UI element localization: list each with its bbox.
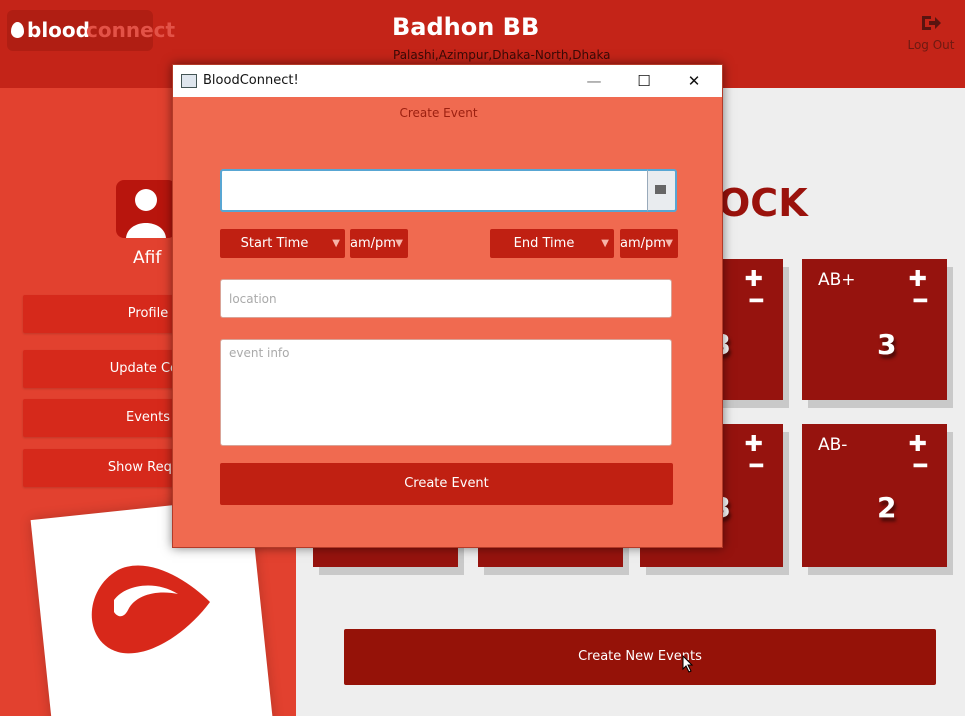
minimize-button[interactable]: — (571, 65, 617, 97)
calendar-icon (655, 185, 666, 194)
minus-icon[interactable]: ━ (914, 454, 927, 479)
window-titlebar[interactable]: BloodConnect! — ☐ ✕ (173, 65, 722, 97)
event-date-input[interactable] (220, 169, 650, 212)
logout-icon (922, 16, 941, 30)
blood-count: 2 (877, 491, 897, 524)
blood-stock-heading: OCK (718, 181, 808, 225)
start-time-label: Start Time (240, 236, 309, 251)
blood-type-label: AB+ (818, 270, 856, 290)
blood-bank-address: Palashi,Azimpur,Dhaka-North,Dhaka (393, 48, 611, 62)
app-window-icon (181, 74, 197, 88)
chevron-down-icon: ▼ (332, 238, 340, 249)
blood-type-tile-ab-plus: AB+ ✚ ━ 3 (802, 259, 947, 400)
avatar-icon (126, 189, 166, 238)
end-time-select[interactable]: End Time ▼ (490, 229, 614, 258)
app-logo: blood connect (7, 10, 175, 51)
chevron-down-icon: ▼ (601, 238, 609, 249)
blood-type-label: AB- (818, 435, 848, 455)
blood-drop-icon (11, 22, 24, 38)
create-new-events-button[interactable]: Create New Events (344, 629, 936, 685)
window-title: BloodConnect! (203, 73, 299, 88)
end-time-label: End Time (513, 236, 575, 251)
calendar-picker-button[interactable] (647, 169, 677, 212)
start-ampm-select[interactable]: am/pm ▼ (350, 229, 408, 258)
logout-label: Log Out (907, 38, 955, 52)
create-event-button[interactable]: Create Event (220, 463, 673, 505)
start-time-select[interactable]: Start Time ▼ (220, 229, 345, 258)
avatar (116, 180, 176, 238)
maximize-button[interactable]: ☐ (621, 65, 667, 97)
minus-icon[interactable]: ━ (750, 289, 763, 314)
logo-text-blood: blood (27, 18, 90, 42)
dialog-heading: Create Event (399, 106, 478, 120)
chevron-down-icon: ▼ (665, 238, 673, 249)
blood-type-tile-ab-minus: AB- ✚ ━ 2 (802, 424, 947, 567)
location-input[interactable]: location (220, 279, 672, 318)
close-button[interactable]: ✕ (671, 65, 717, 97)
logout-button[interactable]: Log Out (905, 12, 957, 52)
start-ampm-label: am/pm (350, 236, 396, 251)
end-ampm-select[interactable]: am/pm ▼ (620, 229, 678, 258)
end-ampm-label: am/pm (620, 236, 666, 251)
event-info-textarea[interactable]: event info (220, 339, 672, 446)
logo-text-connect: connect (86, 18, 176, 42)
mouse-cursor-icon (682, 655, 694, 673)
minus-icon[interactable]: ━ (750, 454, 763, 479)
blood-count: 3 (877, 328, 897, 361)
chevron-down-icon: ▼ (395, 238, 403, 249)
blood-bank-name: Badhon BB (392, 13, 540, 41)
create-event-dialog: BloodConnect! — ☐ ✕ Create Event Start T… (172, 64, 723, 548)
user-name: Afif (133, 248, 162, 268)
minus-icon[interactable]: ━ (914, 289, 927, 314)
blood-drop-illustration (91, 565, 210, 654)
